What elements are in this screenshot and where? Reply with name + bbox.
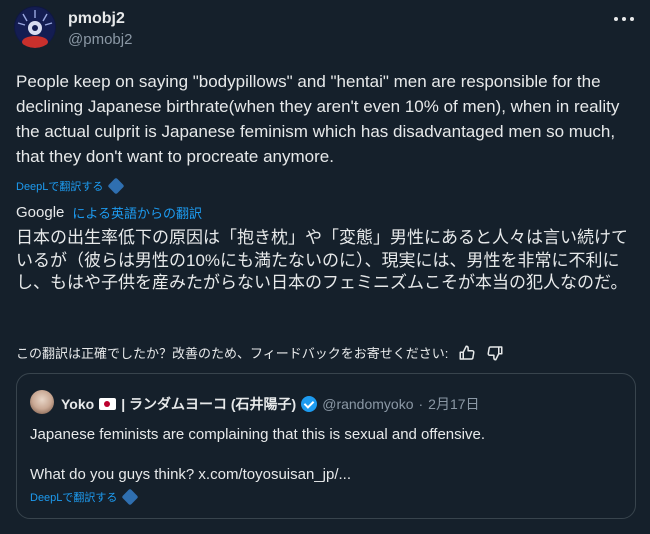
quote-deepl-translate-link[interactable]: DeepLで翻訳する: [30, 488, 139, 506]
quote-deepl-icon: [121, 488, 139, 506]
quote-author-avatar[interactable]: [30, 390, 54, 414]
deepl-icon: [107, 177, 125, 195]
author-display-name[interactable]: pmobj2: [68, 10, 125, 28]
verified-icon: [301, 396, 318, 412]
translation-attribution: Google による英語からの翻訳: [16, 203, 202, 222]
quote-author-line[interactable]: Yoko | ランダムヨーコ (石井陽子) @randomyoko · 2月17…: [61, 394, 480, 414]
more-icon[interactable]: [614, 12, 636, 26]
quote-text-line1: Japanese feminists are complaining that …: [30, 426, 485, 443]
thumbs-down-icon[interactable]: [486, 344, 504, 362]
thumbs-up-icon[interactable]: [458, 344, 476, 362]
deepl-translate-link[interactable]: DeepLで翻訳する: [16, 177, 125, 195]
translated-text: 日本の出生率低下の原因は「抱き枕」や「変態」男性にあると人々は言い続けているが（…: [16, 228, 628, 292]
translation-source-label[interactable]: による英語からの翻訳: [72, 203, 202, 222]
google-logo: Google: [16, 204, 65, 221]
deepl-link-label[interactable]: DeepLで翻訳する: [16, 178, 103, 194]
quote-author-handle[interactable]: @randomyoko: [322, 396, 413, 412]
tweet-text: People keep on saying "bodypillows" and …: [16, 72, 620, 166]
quote-text-line2: What do you guys think? x.com/toyosuisan…: [30, 466, 351, 483]
translation-feedback: この翻訳は正確でしたか？改善のため、フィードバックをお寄せください:: [16, 343, 504, 362]
quote-separator: ·: [418, 396, 424, 412]
author-handle[interactable]: @pmobj2: [68, 31, 132, 48]
quoted-tweet[interactable]: Yoko | ランダムヨーコ (石井陽子) @randomyoko · 2月17…: [16, 373, 636, 519]
author-avatar[interactable]: [14, 6, 56, 48]
quote-date[interactable]: 2月17日: [428, 394, 479, 414]
quote-author-name[interactable]: Yoko: [61, 396, 94, 412]
japan-flag-icon: [99, 398, 117, 410]
tweet-header: pmobj2 @pmobj2: [14, 6, 636, 52]
quote-deepl-link-label[interactable]: DeepLで翻訳する: [30, 489, 117, 505]
avatar-art: [15, 7, 55, 48]
feedback-prompt: この翻訳は正確でしたか？改善のため、フィードバックをお寄せください:: [16, 346, 449, 361]
quote-author-name-suffix[interactable]: | ランダムヨーコ (石井陽子): [121, 394, 296, 414]
